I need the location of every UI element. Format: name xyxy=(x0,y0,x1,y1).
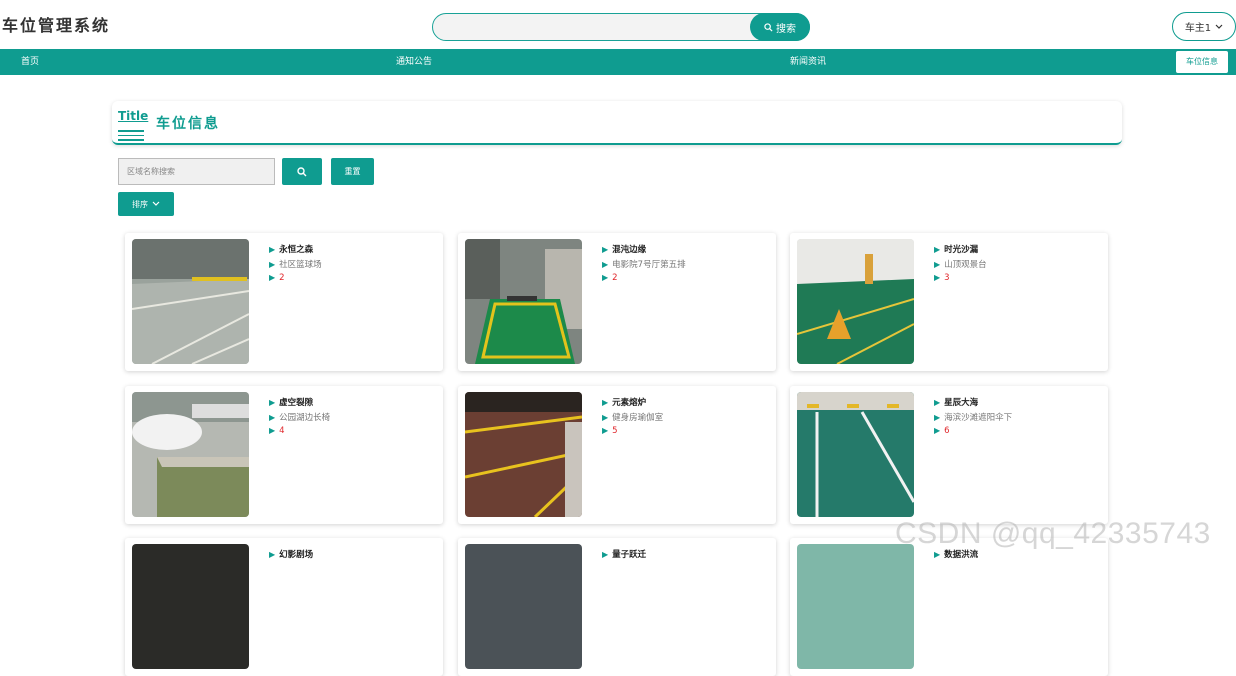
parking-card[interactable]: ▶ 时光沙漏 ▶ 山顶观景台 ▶ 3 xyxy=(790,233,1108,371)
card-count: 2 xyxy=(612,273,618,283)
reset-button[interactable]: 重置 xyxy=(331,158,374,185)
parking-card[interactable]: ▶ 混沌边缘 ▶ 电影院7号厅第五排 ▶ 2 xyxy=(458,233,776,371)
parking-photo xyxy=(132,392,249,517)
card-count: 4 xyxy=(279,426,285,436)
nav-item-news[interactable]: 新闻资讯 xyxy=(790,49,826,75)
watermark: CSDN @qq_42335743 xyxy=(895,517,1211,550)
card-name: 时光沙漏 xyxy=(944,245,979,255)
card-location: 公园湖边长椅 xyxy=(279,413,331,423)
card-name: 星辰大海 xyxy=(944,398,979,408)
parking-photo xyxy=(132,239,249,364)
card-count: 6 xyxy=(944,426,950,436)
parking-card[interactable]: ▶ 幻影剧场 xyxy=(125,538,443,676)
app-title: 车位管理系统 xyxy=(2,16,111,35)
parking-card[interactable]: ▶ 虚空裂隙 ▶ 公园湖边长椅 ▶ 4 xyxy=(125,386,443,524)
chevron-down-icon xyxy=(1215,24,1223,30)
user-menu[interactable]: 车主1 xyxy=(1172,12,1236,41)
nav-item-notices[interactable]: 通知公告 xyxy=(396,49,432,75)
card-name: 混沌边缘 xyxy=(612,245,647,255)
parking-photo xyxy=(465,239,582,364)
card-location: 社区篮球场 xyxy=(279,260,322,270)
search-button-label: 搜索 xyxy=(776,23,796,35)
card-count: 2 xyxy=(279,273,285,283)
search-button[interactable]: 搜索 xyxy=(750,13,810,41)
sort-dropdown[interactable]: 排序 xyxy=(118,192,174,216)
title-lines-icon xyxy=(118,127,144,141)
parking-photo xyxy=(132,544,249,669)
nav-item-parking-info[interactable]: 车位信息 xyxy=(1176,51,1228,73)
card-name: 虚空裂隙 xyxy=(279,398,314,408)
main-nav: 首页 通知公告 新闻资讯 车位信息 xyxy=(0,49,1236,75)
filter-search-button[interactable] xyxy=(282,158,322,185)
card-location: 健身房瑜伽室 xyxy=(612,413,664,423)
card-name: 数据洪流 xyxy=(944,550,979,560)
parking-photo xyxy=(797,544,914,669)
parking-card[interactable]: ▶ 元素熔炉 ▶ 健身房瑜伽室 ▶ 5 xyxy=(458,386,776,524)
parking-card[interactable]: ▶ 数据洪流 xyxy=(790,538,1108,676)
sort-label: 排序 xyxy=(132,199,148,209)
title-word: Title xyxy=(118,109,149,123)
card-location: 海滨沙滩遮阳伞下 xyxy=(944,413,1013,423)
parking-photo xyxy=(465,392,582,517)
parking-photo xyxy=(797,392,914,517)
card-location: 电影院7号厅第五排 xyxy=(612,260,686,270)
card-count: 3 xyxy=(944,273,950,283)
search-icon xyxy=(764,22,773,32)
parking-photo xyxy=(797,239,914,364)
card-location: 山顶观景台 xyxy=(944,260,987,270)
search-icon xyxy=(297,166,307,177)
search-input[interactable]: 搜索 xyxy=(432,13,810,41)
card-name: 量子跃迁 xyxy=(612,550,647,560)
area-search-input[interactable]: 区域名称搜索 xyxy=(118,158,275,185)
nav-item-home[interactable]: 首页 xyxy=(21,49,39,75)
chevron-down-icon xyxy=(152,201,160,207)
card-name: 幻影剧场 xyxy=(279,550,314,560)
section-header: Title 车位信息 xyxy=(112,101,1122,145)
card-name: 永恒之森 xyxy=(279,245,314,255)
card-name: 元素熔炉 xyxy=(612,398,647,408)
parking-card[interactable]: ▶ 永恒之森 ▶ 社区篮球场 ▶ 2 xyxy=(125,233,443,371)
parking-card[interactable]: ▶ 星辰大海 ▶ 海滨沙滩遮阳伞下 ▶ 6 xyxy=(790,386,1108,524)
top-bar: 车位管理系统 搜索 车主1 xyxy=(0,0,1236,50)
card-count: 5 xyxy=(612,426,618,436)
user-name: 车主1 xyxy=(1184,23,1212,34)
parking-photo xyxy=(465,544,582,669)
page-title: 车位信息 xyxy=(156,116,220,132)
parking-card[interactable]: ▶ 量子跃迁 xyxy=(458,538,776,676)
